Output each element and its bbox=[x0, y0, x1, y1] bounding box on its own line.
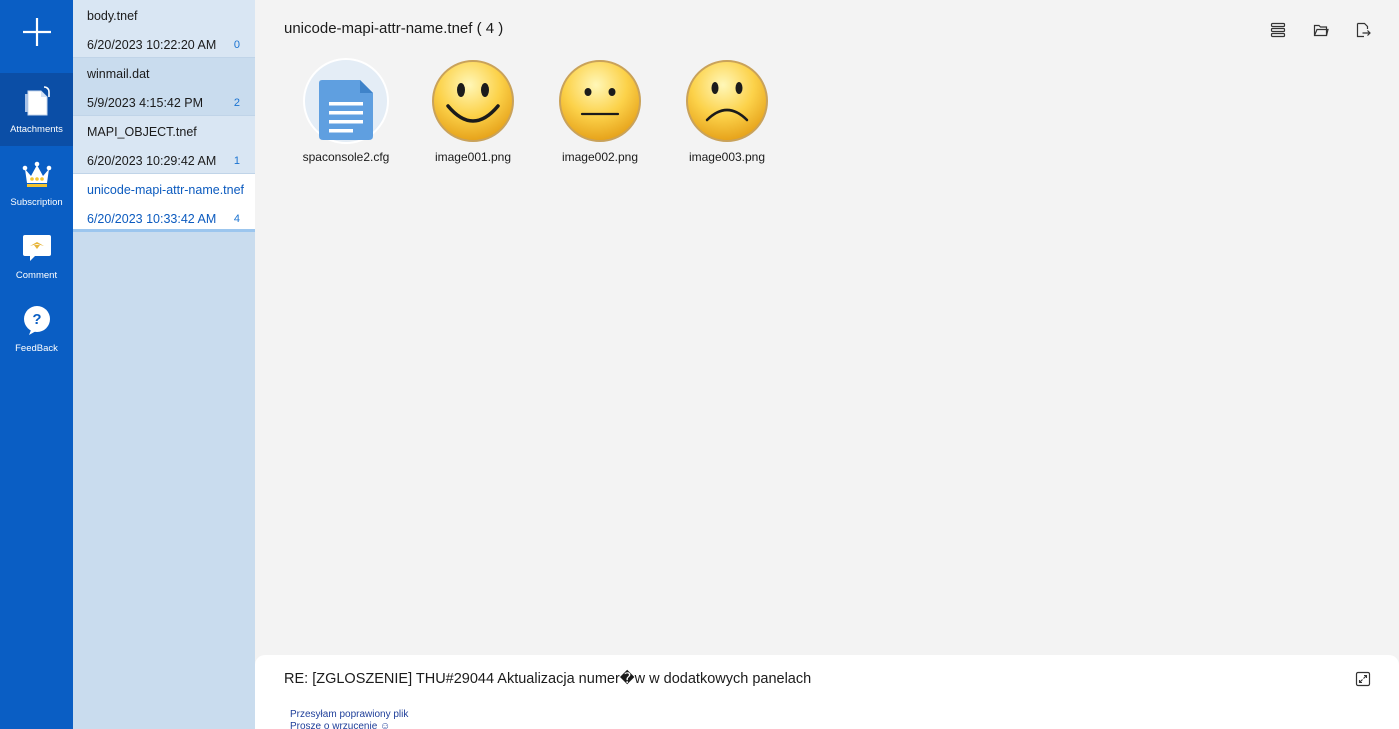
expand-icon bbox=[1355, 671, 1371, 687]
nav-item-feedback[interactable]: ? FeedBack bbox=[0, 292, 73, 365]
nav-rail: Attachments Subscription Comment ? FeedB… bbox=[0, 0, 73, 729]
file-date: 6/20/2023 10:33:42 AM bbox=[87, 212, 217, 226]
file-list-item-selected[interactable]: unicode-mapi-attr-name.tnef 6/20/2023 10… bbox=[73, 174, 255, 232]
nav-label: FeedBack bbox=[15, 343, 58, 354]
nav-label: Subscription bbox=[10, 197, 63, 208]
plus-icon bbox=[22, 18, 51, 46]
file-list: body.tnef 6/20/2023 10:22:20 AM 0 winmai… bbox=[73, 0, 255, 729]
open-folder-button[interactable] bbox=[1310, 19, 1332, 41]
attachment-count: 4 bbox=[233, 213, 240, 225]
nav-label: Attachments bbox=[10, 124, 63, 135]
file-date: 6/20/2023 10:29:42 AM bbox=[87, 154, 217, 168]
crown-icon bbox=[22, 156, 52, 192]
message-subject: RE: [ZGLOSZENIE] THU#29044 Aktualizacja … bbox=[284, 671, 812, 687]
file-name: MAPI_OBJECT.tnef bbox=[87, 125, 197, 139]
attachment-count: 0 bbox=[233, 39, 240, 51]
comment-icon bbox=[22, 229, 52, 265]
attachments-panel: unicode-mapi-attr-name.tnef ( 4 ) spacon… bbox=[255, 0, 1399, 655]
message-body-line: Proszę o wrzucenie ☺ bbox=[290, 721, 391, 729]
file-name: body.tnef bbox=[87, 9, 138, 23]
file-date: 5/9/2023 4:15:42 PM bbox=[87, 96, 204, 110]
nav-item-comment[interactable]: Comment bbox=[0, 219, 73, 292]
file-list-item[interactable]: body.tnef 6/20/2023 10:22:20 AM 0 bbox=[73, 0, 255, 58]
help-icon: ? bbox=[22, 302, 52, 338]
file-name: winmail.dat bbox=[87, 67, 150, 81]
attachment-item[interactable]: image001.png bbox=[418, 58, 528, 164]
list-view-icon bbox=[1270, 22, 1286, 38]
file-list-item[interactable]: winmail.dat 5/9/2023 4:15:42 PM 2 bbox=[73, 58, 255, 116]
attachment-count: 2 bbox=[233, 97, 240, 109]
nav-label: Comment bbox=[15, 270, 58, 281]
app-window: Attachments Subscription Comment ? FeedB… bbox=[0, 0, 1399, 729]
attachment-name: image001.png bbox=[434, 150, 512, 164]
message-body-line: Przesyłam poprawiony plik bbox=[290, 709, 409, 720]
smiley-happy-icon bbox=[430, 58, 516, 144]
export-button[interactable] bbox=[1352, 19, 1374, 41]
file-list-item[interactable]: MAPI_OBJECT.tnef 6/20/2023 10:29:42 AM 1 bbox=[73, 116, 255, 174]
export-icon bbox=[1356, 22, 1371, 38]
document-icon bbox=[303, 58, 389, 144]
svg-text:?: ? bbox=[32, 311, 41, 328]
attachments-icon bbox=[22, 83, 52, 119]
message-body: Przesyłam poprawiony plik Proszę o wrzuc… bbox=[290, 709, 408, 729]
attachment-name: image003.png bbox=[688, 150, 766, 164]
attachment-item[interactable]: spaconsole2.cfg bbox=[291, 58, 401, 164]
attachment-name: image002.png bbox=[561, 150, 639, 164]
nav-item-subscription[interactable]: Subscription bbox=[0, 146, 73, 219]
expand-button[interactable] bbox=[1355, 671, 1371, 687]
folder-icon bbox=[1313, 24, 1329, 37]
add-file-button[interactable] bbox=[0, 0, 73, 64]
file-name: unicode-mapi-attr-name.tnef bbox=[87, 183, 245, 197]
attachment-item[interactable]: image002.png bbox=[545, 58, 655, 164]
attachment-name: spaconsole2.cfg bbox=[302, 150, 390, 164]
nav-item-attachments[interactable]: Attachments bbox=[0, 73, 73, 146]
page-title: unicode-mapi-attr-name.tnef ( 4 ) bbox=[284, 20, 504, 37]
smiley-sad-icon bbox=[684, 58, 770, 144]
attachment-count: 1 bbox=[233, 155, 240, 167]
list-view-button[interactable] bbox=[1267, 19, 1289, 41]
message-pane: RE: [ZGLOSZENIE] THU#29044 Aktualizacja … bbox=[255, 655, 1399, 729]
file-date: 6/20/2023 10:22:20 AM bbox=[87, 38, 217, 52]
attachment-item[interactable]: image003.png bbox=[672, 58, 782, 164]
smiley-neutral-icon bbox=[557, 58, 643, 144]
